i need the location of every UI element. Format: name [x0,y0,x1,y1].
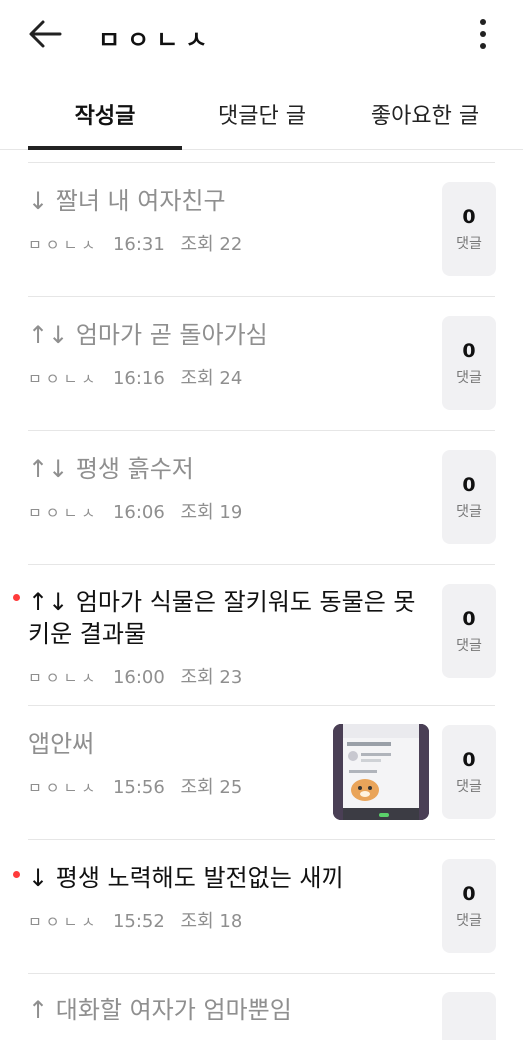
post-author: ㅁㅇㄴㅅ [28,669,100,687]
comment-label: 댓글 [456,504,482,520]
post-time: 16:00 [112,667,165,688]
tab-commented-posts[interactable]: 댓글단 글 [186,78,338,150]
comment-count-box[interactable]: 0 댓글 [442,182,496,276]
post-views: 조회 24 [180,368,243,389]
post-views: 조회 22 [180,234,243,255]
tab-bar: 작성글 댓글단 글 좋아요한 글 [0,78,523,150]
post-meta: ㅁㅇㄴㅅ 16:06 조회 19 [28,498,242,524]
comment-count-box[interactable]: 0 댓글 [442,859,496,953]
comment-label: 댓글 [456,370,482,386]
post-views: 조회 23 [180,667,243,688]
comment-count-box[interactable]: 0 댓글 [442,450,496,544]
tab-my-posts[interactable]: 작성글 [28,78,182,150]
more-vertical-icon [480,19,486,25]
list-item[interactable]: ↓ 짤녀 내 여자친구 ㅁㅇㄴㅅ 16:31 조회 22 0 댓글 [0,163,523,297]
post-time: 16:31 [112,234,165,255]
unread-indicator [13,594,20,601]
thumbnail-image [333,724,429,820]
list-item[interactable]: ↑↓ 엄마가 곧 돌아가심 ㅁㅇㄴㅅ 16:16 조회 24 0 댓글 [0,297,523,431]
post-title: ↑ 대화할 여자가 엄마뿐임 [28,996,292,1024]
page-title: ㅁㅇㄴㅅ [98,26,215,54]
list-item[interactable]: ↑↓ 엄마가 식물은 잘키워도 동물은 못키운 결과물 ㅁㅇㄴㅅ 16:00 조… [0,565,523,706]
post-time: 15:56 [112,777,165,798]
post-author: ㅁㅇㄴㅅ [28,370,100,388]
list-item[interactable]: ↑↓ 평생 흙수저 ㅁㅇㄴㅅ 16:06 조회 19 0 댓글 [0,431,523,565]
comment-count: 0 [462,749,476,771]
post-author: ㅁㅇㄴㅅ [28,504,100,522]
unread-indicator [13,871,20,878]
post-time: 16:16 [112,368,165,389]
comment-label: 댓글 [456,779,482,795]
post-title: ↓ 평생 노력해도 발전없는 새끼 [28,864,344,892]
comment-count-box[interactable]: 0 댓글 [442,584,496,678]
list-item[interactable]: ↑ 대화할 여자가 엄마뿐임 0 [0,974,523,1040]
list-item[interactable]: 앱안써 ㅁㅇㄴㅅ 15:56 조회 25 0 댓글 [0,706,523,840]
list-item[interactable]: ↓ 평생 노력해도 발전없는 새끼 ㅁㅇㄴㅅ 15:52 조회 18 0 댓글 [0,840,523,974]
more-options-button[interactable] [473,16,493,52]
post-author: ㅁㅇㄴㅅ [28,913,100,931]
comment-label: 댓글 [456,638,482,654]
post-title: ↑↓ 엄마가 식물은 잘키워도 동물은 못키운 결과물 [28,588,416,648]
comment-count: 0 [462,206,476,228]
post-views: 조회 25 [180,777,243,798]
comment-label: 댓글 [456,236,482,252]
comment-count-box[interactable]: 0 [442,992,496,1040]
post-meta: ㅁㅇㄴㅅ 15:56 조회 25 [28,773,242,799]
comment-count: 0 [462,340,476,362]
post-meta: ㅁㅇㄴㅅ 15:52 조회 18 [28,907,242,933]
comment-count-box[interactable]: 0 댓글 [442,725,496,819]
post-author: ㅁㅇㄴㅅ [28,779,100,797]
post-time: 16:06 [112,502,165,523]
comment-count: 0 [462,474,476,496]
comment-count: 0 [462,883,476,905]
comment-label: 댓글 [456,913,482,929]
post-views: 조회 18 [180,911,243,932]
post-author: ㅁㅇㄴㅅ [28,236,100,254]
arrow-left-icon [29,20,62,48]
post-title: ↑↓ 엄마가 곧 돌아가심 [28,321,268,349]
active-tab-indicator [28,146,182,150]
comment-count-box[interactable]: 0 댓글 [442,316,496,410]
post-thumbnail[interactable] [333,724,429,820]
post-meta: ㅁㅇㄴㅅ 16:16 조회 24 [28,364,242,390]
tab-liked-posts[interactable]: 좋아요한 글 [342,78,508,150]
post-meta: ㅁㅇㄴㅅ 16:31 조회 22 [28,230,242,256]
post-title: ↓ 짤녀 내 여자친구 [28,187,226,215]
top-app-bar: ㅁㅇㄴㅅ [0,0,523,72]
post-title: ↑↓ 평생 흙수저 [28,455,194,483]
post-title: 앱안써 [28,730,95,758]
comment-count: 0 [462,608,476,630]
back-button[interactable] [24,16,66,52]
post-time: 15:52 [112,911,165,932]
post-meta: ㅁㅇㄴㅅ 16:00 조회 23 [28,663,242,689]
post-views: 조회 19 [180,502,243,523]
